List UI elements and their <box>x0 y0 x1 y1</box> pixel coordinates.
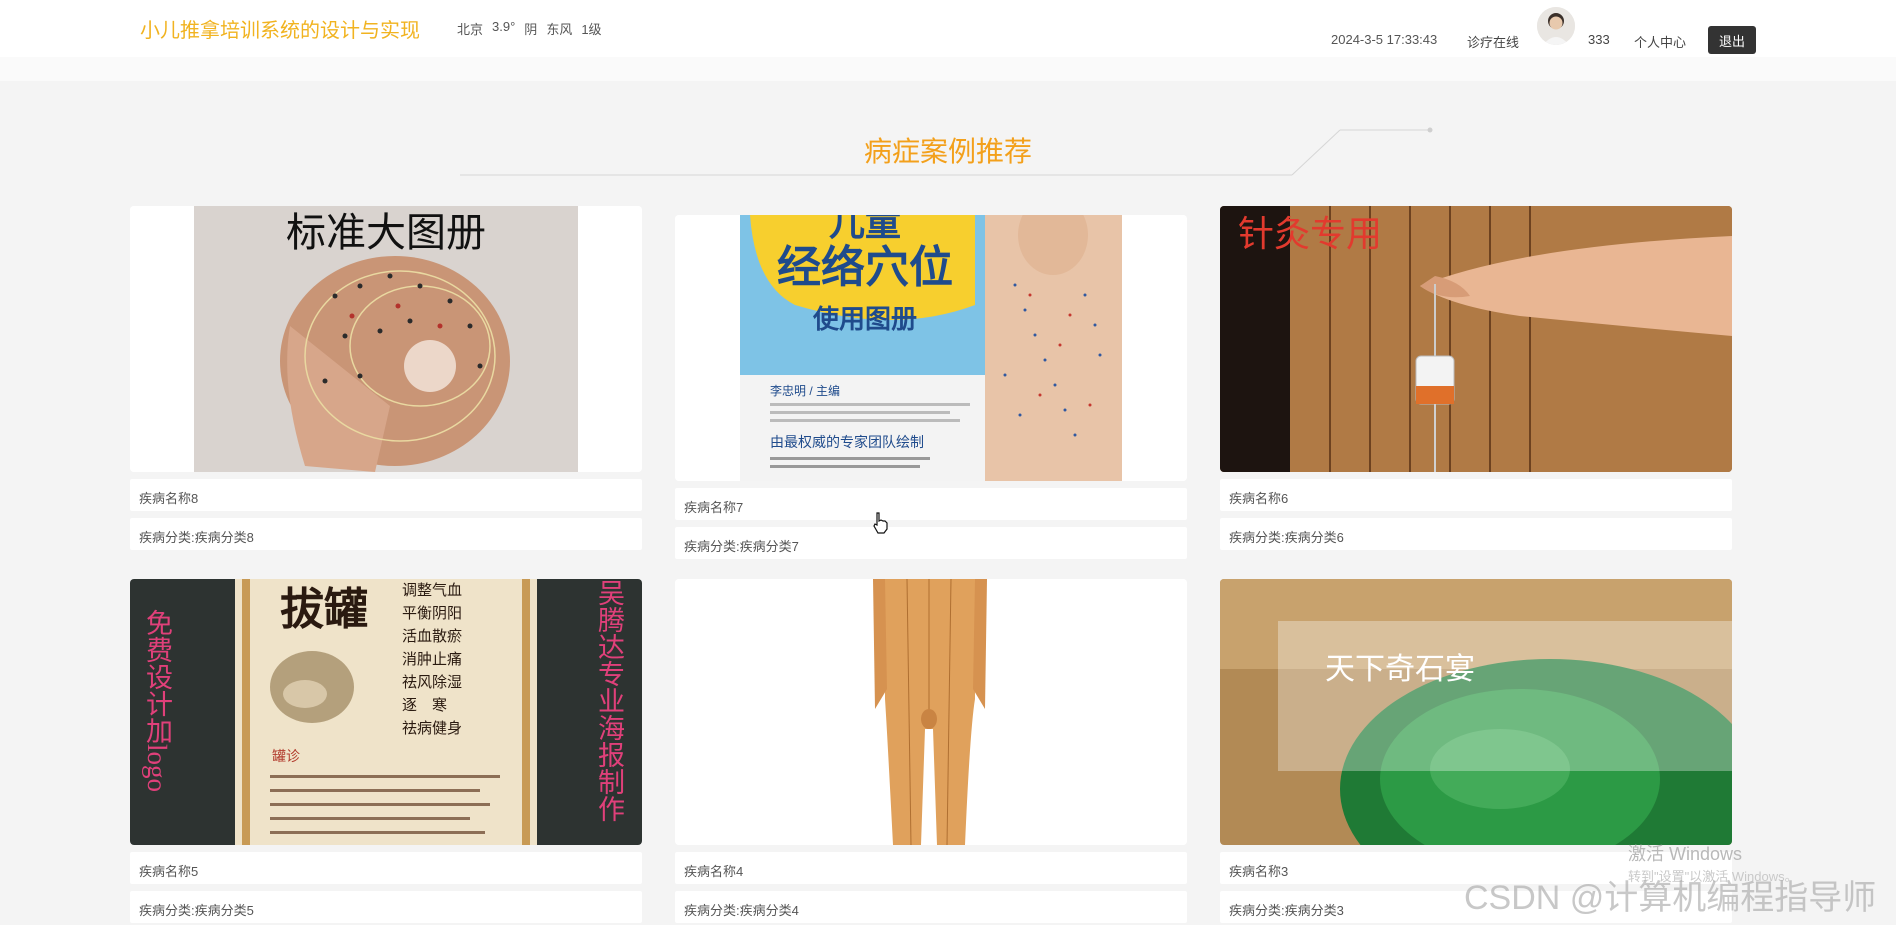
body-acupoint-model-image <box>675 579 1187 845</box>
svg-text:由最权威的专家团队绘制: 由最权威的专家团队绘制 <box>770 434 924 450</box>
case-card-category: 疾病分类:疾病分类7 <box>675 527 1187 559</box>
svg-text:平衡阴阳: 平衡阴阳 <box>402 605 462 622</box>
site-title[interactable]: 小儿推拿培训系统的设计与实现 <box>140 14 420 43</box>
cupping-poster-image: 拔罐 调整气血 平衡阴阳 活血散瘀 消肿止痛 祛风除湿 逐 寒 祛病健身 罐诊 … <box>130 579 642 845</box>
case-card-image[interactable]: 天下奇石宴 <box>1220 579 1732 845</box>
case-card-name[interactable]: 疾病名称7 <box>675 488 1187 520</box>
case-card-image[interactable]: 拔罐 调整气血 平衡阴阳 活血散瘀 消肿止痛 祛风除湿 逐 寒 祛病健身 罐诊 … <box>130 579 642 845</box>
weather-widget: 北京 3.9° 阴 东风 1级 <box>457 19 602 38</box>
case-card-image[interactable] <box>675 579 1187 845</box>
case-card-name[interactable]: 疾病名称5 <box>130 852 642 884</box>
windows-activation-watermark: 激活 Windows <box>1628 844 1743 864</box>
case-card-category: 疾病分类:疾病分类8 <box>130 518 642 550</box>
svg-text:消肿止痛: 消肿止痛 <box>402 651 462 668</box>
svg-text:标准大图册: 标准大图册 <box>286 210 486 255</box>
svg-text:拔罐: 拔罐 <box>280 585 368 634</box>
top-bar: 小儿推拿培训系统的设计与实现 北京 3.9° 阴 东风 1级 2024-3-5 … <box>0 0 1896 58</box>
svg-text:李忠明 / 主编: 李忠明 / 主编 <box>770 383 840 398</box>
section-title: 病症案例推荐 <box>863 136 1032 167</box>
case-card-image[interactable]: 标准大图册 <box>130 206 642 472</box>
case-card-image[interactable]: 针灸专用 <box>1220 206 1732 472</box>
case-card-image[interactable]: 儿童 经络穴位 使用图册 李忠明 / 主编 由最权威的专家团队绘制 <box>675 215 1187 481</box>
nav-online-clinic[interactable]: 诊疗在线 <box>1467 32 1519 51</box>
username[interactable]: 333 <box>1588 32 1610 47</box>
weather-wind: 东风 <box>546 22 573 37</box>
weather-city: 北京 <box>457 22 484 37</box>
case-card[interactable]: 儿童 经络穴位 使用图册 李忠明 / 主编 由最权威的专家团队绘制 疾病名称7 … <box>675 215 1187 559</box>
svg-text:祛风除湿: 祛风除湿 <box>402 674 462 691</box>
svg-text:调整气血: 调整气血 <box>402 582 462 599</box>
svg-text:天下奇石宴: 天下奇石宴 <box>1325 653 1475 686</box>
csdn-watermark: CSDN @计算机编程指导师 <box>1464 879 1877 917</box>
header-divider <box>0 57 1896 81</box>
case-card-name[interactable]: 疾病名称8 <box>130 479 642 511</box>
case-card-category: 疾病分类:疾病分类6 <box>1220 518 1732 550</box>
child-meridian-book-cover-image: 儿童 经络穴位 使用图册 李忠明 / 主编 由最权威的专家团队绘制 <box>675 215 1187 481</box>
avatar[interactable] <box>1537 7 1575 45</box>
case-card[interactable]: 拔罐 调整气血 平衡阴阳 活血散瘀 消肿止痛 祛风除湿 逐 寒 祛病健身 罐诊 … <box>130 579 642 923</box>
case-card[interactable]: 疾病名称4 疾病分类:疾病分类4 <box>675 579 1187 923</box>
current-datetime: 2024-3-5 17:33:43 <box>1331 32 1438 47</box>
case-card-name[interactable]: 疾病名称4 <box>675 852 1187 884</box>
logout-button[interactable]: 退出 <box>1708 26 1756 54</box>
acupoint-head-chart-image: 标准大图册 <box>130 206 642 472</box>
case-card[interactable]: 标准大图册 疾病名称8 疾病分类:疾病分类8 <box>130 206 642 550</box>
svg-text:祛病健身: 祛病健身 <box>402 720 462 737</box>
hand-cursor-icon <box>873 512 888 534</box>
case-card-category: 疾病分类:疾病分类4 <box>675 891 1187 923</box>
svg-text:使用图册: 使用图册 <box>812 305 917 334</box>
jade-stone-image: 天下奇石宴 <box>1220 579 1732 845</box>
case-card[interactable]: 针灸专用 疾病名称6 疾病分类:疾病分类6 <box>1220 206 1732 550</box>
nav-personal-center[interactable]: 个人中心 <box>1634 32 1686 51</box>
svg-text:针灸专用: 针灸专用 <box>1238 214 1382 254</box>
case-card-category: 疾病分类:疾病分类5 <box>130 891 642 923</box>
svg-text:儿童: 儿童 <box>829 215 901 243</box>
svg-text:经络穴位: 经络穴位 <box>777 242 953 292</box>
moxibustion-hand-image: 针灸专用 <box>1220 206 1732 472</box>
svg-text:逐 寒: 逐 寒 <box>402 696 447 714</box>
svg-text:活血散瘀: 活血散瘀 <box>402 628 462 645</box>
svg-text:罐诊: 罐诊 <box>272 748 300 764</box>
case-card-name[interactable]: 疾病名称6 <box>1220 479 1732 511</box>
weather-condition: 阴 <box>524 22 538 37</box>
weather-level: 1级 <box>581 22 602 37</box>
weather-temp: 3.9° <box>492 19 516 34</box>
